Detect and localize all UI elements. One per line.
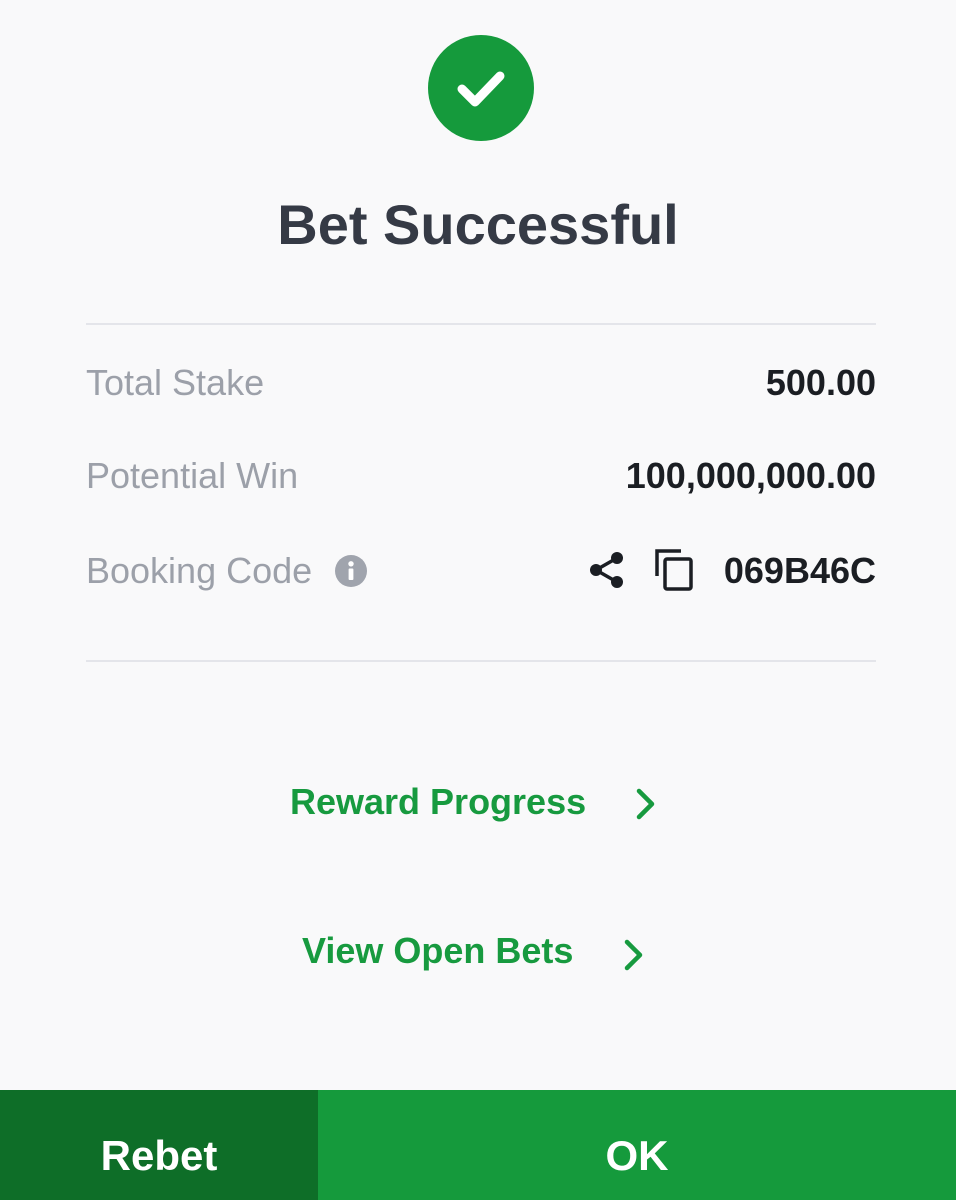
total-stake-label: Total Stake: [86, 362, 265, 403]
share-icon[interactable]: [586, 549, 628, 591]
checkmark-icon: [457, 71, 505, 107]
rebet-button[interactable]: Rebet: [0, 1090, 318, 1200]
info-icon[interactable]: [335, 555, 367, 587]
reward-progress-link[interactable]: Reward Progress: [290, 780, 586, 824]
chevron-right-icon[interactable]: [620, 935, 650, 975]
divider-top: [86, 323, 876, 325]
page-title: Bet Successful: [277, 193, 679, 256]
potential-win-value: 100,000,000.00: [625, 455, 876, 496]
chevron-right-icon[interactable]: [632, 784, 662, 824]
divider-bottom: [86, 660, 876, 662]
copy-icon[interactable]: [652, 546, 698, 592]
view-open-bets-link[interactable]: View Open Bets: [302, 929, 573, 973]
total-stake-value: 500.00: [765, 362, 876, 403]
check-circle-icon: [428, 35, 534, 141]
ok-button[interactable]: OK: [318, 1090, 956, 1200]
booking-code-value[interactable]: 069B46C: [724, 549, 876, 593]
booking-code-label: Booking Code: [86, 550, 313, 591]
potential-win-label: Potential Win: [86, 455, 299, 496]
